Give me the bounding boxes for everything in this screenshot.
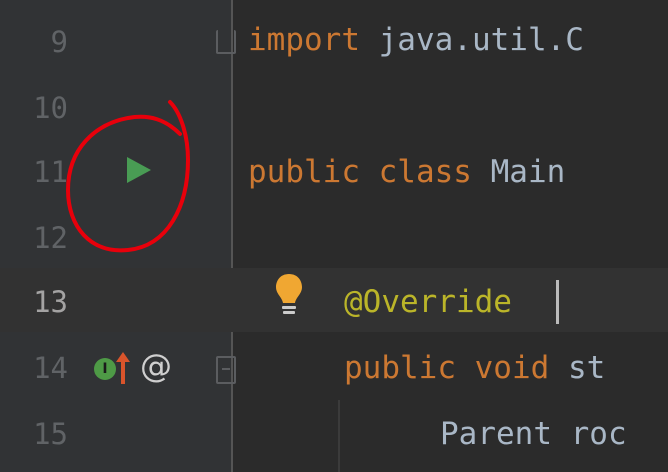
line-number-14: 14 (33, 351, 68, 385)
indent-guide (338, 400, 340, 472)
class-keywords: public class (248, 154, 472, 190)
at-icon[interactable]: @ (140, 346, 172, 386)
code-line-14[interactable]: public void st (344, 348, 605, 388)
gutter-divider (231, 0, 233, 472)
run-icon[interactable] (126, 156, 152, 184)
line-number-11: 11 (33, 155, 68, 189)
line-number-12: 12 (33, 221, 68, 255)
line-number-9: 9 (50, 25, 68, 59)
code-line-13[interactable]: @Override (344, 282, 512, 322)
line-number-13: 13 (33, 285, 68, 319)
implements-icon[interactable]: I (94, 358, 116, 380)
line-number-15: 15 (33, 417, 68, 451)
body-statement: Parent roc (440, 416, 627, 452)
import-keyword: import (248, 22, 360, 58)
code-line-15[interactable]: Parent roc (440, 414, 627, 454)
override-annotation: @Override (344, 284, 512, 320)
line-number-10: 10 (33, 91, 68, 125)
fold-start-icon[interactable] (216, 356, 236, 384)
intention-bulb-icon[interactable] (274, 272, 304, 318)
code-line-11[interactable]: public class Main (248, 152, 565, 192)
current-line-highlight (0, 268, 668, 332)
implements-letter: I (102, 361, 108, 377)
method-name: st (549, 350, 606, 386)
override-arrow-icon[interactable] (116, 352, 130, 384)
fold-end-icon[interactable] (216, 30, 236, 54)
code-line-9[interactable]: import java.util.C (248, 20, 584, 60)
class-name: Main (471, 154, 566, 190)
import-path: java.util.C (359, 22, 584, 58)
method-keywords: public void (344, 350, 550, 386)
text-caret (556, 280, 559, 324)
